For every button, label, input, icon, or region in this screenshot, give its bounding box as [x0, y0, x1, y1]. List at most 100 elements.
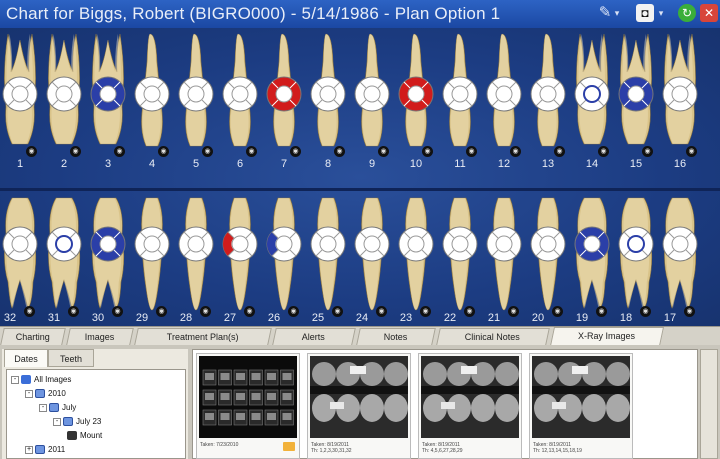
tooth-6[interactable]: 6 ◉ — [218, 32, 262, 172]
tooth-4[interactable]: 4 ◉ — [130, 32, 174, 172]
collapse-icon[interactable]: - — [39, 403, 47, 412]
tab-teeth[interactable]: Teeth — [48, 349, 94, 367]
tooth-status-icon[interactable]: ◉ — [244, 306, 255, 317]
tooth-9[interactable]: 9 ◉ — [350, 32, 394, 172]
tooth-status-icon[interactable]: ◉ — [26, 146, 37, 157]
tooth-26[interactable]: 26 ◉ — [262, 192, 306, 332]
camera-icon[interactable]: ◘ — [636, 4, 654, 22]
tree-node[interactable]: - All Images — [11, 374, 71, 386]
tooth-25[interactable]: 25 ◉ — [306, 192, 350, 332]
tooth-19[interactable]: 19 ◉ — [570, 192, 614, 332]
tooth-status-icon[interactable]: ◉ — [200, 306, 211, 317]
tooth-status-icon[interactable]: ◉ — [510, 146, 521, 157]
surface-diagram — [90, 226, 126, 262]
xray-thumbnail[interactable]: Taken: 7/23/2010 — [196, 353, 300, 459]
tooth-status-icon[interactable]: ◉ — [640, 306, 651, 317]
tooth-11[interactable]: 11 ◉ — [438, 32, 482, 172]
tooth-status-icon[interactable]: ◉ — [422, 146, 433, 157]
tooth-status-icon[interactable]: ◉ — [68, 306, 79, 317]
surface-occlusal — [275, 235, 293, 253]
tooth-status-icon[interactable]: ◉ — [332, 306, 343, 317]
tooth-30[interactable]: 30 ◉ — [86, 192, 130, 332]
tooth-32[interactable]: 32 ◉ — [0, 192, 42, 332]
tooth-29[interactable]: 29 ◉ — [130, 192, 174, 332]
tooth-status-icon[interactable]: ◉ — [114, 146, 125, 157]
tooth-10[interactable]: 10 ◉ — [394, 32, 438, 172]
tooth-status-icon[interactable]: ◉ — [158, 146, 169, 157]
xray-thumbnail[interactable]: Taken: 8/19/2011 Th: 4,5,6,27,28,29 — [418, 353, 522, 459]
tooth-7[interactable]: 7 ◉ — [262, 32, 306, 172]
tooth-number: 24 — [355, 312, 369, 324]
tab-x-ray-images[interactable]: X-Ray Images — [549, 327, 665, 346]
tree-node[interactable]: Mount — [67, 430, 102, 442]
collapse-icon[interactable]: - — [53, 417, 61, 426]
tooth-status-icon[interactable]: ◉ — [290, 146, 301, 157]
tooth-status-icon[interactable]: ◉ — [420, 306, 431, 317]
tooth-status-icon[interactable]: ◉ — [376, 306, 387, 317]
tab-treatment-plan-s[interactable]: Treatment Plan(s) — [134, 328, 272, 345]
tab-clinical-notes[interactable]: Clinical Notes — [436, 328, 550, 345]
xray-thumbnail[interactable]: Taken: 8/19/2011 Th: 12,13,14,15,18,19 — [529, 353, 633, 459]
expand-icon[interactable]: + — [25, 445, 33, 454]
tooth-status-icon[interactable]: ◉ — [156, 306, 167, 317]
tree-node[interactable]: - 2010 — [25, 388, 66, 400]
tooth-status-icon[interactable]: ◉ — [686, 146, 697, 157]
tooth-31[interactable]: 31 ◉ — [42, 192, 86, 332]
surface-diagram — [310, 226, 346, 262]
close-icon[interactable]: ✕ — [700, 4, 718, 22]
tooth-status-icon[interactable]: ◉ — [684, 306, 695, 317]
tooth-22[interactable]: 22 ◉ — [438, 192, 482, 332]
tree-node[interactable]: +2011 — [25, 444, 65, 456]
tool-dropdown-icon[interactable]: ▾ — [612, 4, 622, 22]
tooth-status-icon[interactable]: ◉ — [378, 146, 389, 157]
tooth-status-icon[interactable]: ◉ — [464, 306, 475, 317]
tab-charting[interactable]: Charting — [0, 328, 66, 345]
tooth-16[interactable]: 16 ◉ — [658, 32, 702, 172]
tooth-status-icon[interactable]: ◉ — [642, 146, 653, 157]
tooth-status-icon[interactable]: ◉ — [554, 146, 565, 157]
tooth-18[interactable]: 18 ◉ — [614, 192, 658, 332]
tooth-5[interactable]: 5 ◉ — [174, 32, 218, 172]
tooth-15[interactable]: 15 ◉ — [614, 32, 658, 172]
tooth-status-icon[interactable]: ◉ — [24, 306, 35, 317]
tooth-status-icon[interactable]: ◉ — [508, 306, 519, 317]
tooth-1[interactable]: 1 ◉ — [0, 32, 42, 172]
tooth-27[interactable]: 27 ◉ — [218, 192, 262, 332]
tooth-status-icon[interactable]: ◉ — [596, 306, 607, 317]
tab-images[interactable]: Images — [66, 328, 134, 345]
tooth-status-icon[interactable]: ◉ — [112, 306, 123, 317]
xray-thumbnail[interactable]: Taken: 8/19/2011 Th: 1,2,3,30,31,32 — [307, 353, 411, 459]
tooth-12[interactable]: 12 ◉ — [482, 32, 526, 172]
tooth-2[interactable]: 2 ◉ — [42, 32, 86, 172]
tree-node-label: July 23 — [76, 417, 102, 426]
tree-node[interactable]: - July 23 — [53, 416, 101, 428]
tooth-24[interactable]: 24 ◉ — [350, 192, 394, 332]
tooth-21[interactable]: 21 ◉ — [482, 192, 526, 332]
tooth-status-icon[interactable]: ◉ — [246, 146, 257, 157]
tooth-status-icon[interactable]: ◉ — [552, 306, 563, 317]
tab-notes[interactable]: Notes — [356, 328, 436, 345]
tab-alerts[interactable]: Alerts — [272, 328, 356, 345]
tooth-status-icon[interactable]: ◉ — [466, 146, 477, 157]
tooth-status-icon[interactable]: ◉ — [334, 146, 345, 157]
tab-dates[interactable]: Dates — [4, 349, 48, 367]
tooth-status-icon[interactable]: ◉ — [288, 306, 299, 317]
tooth-23[interactable]: 23 ◉ — [394, 192, 438, 332]
camera-dropdown-icon[interactable]: ▾ — [656, 4, 666, 22]
vertical-scrollbar[interactable] — [700, 349, 718, 459]
go-icon[interactable]: ↻ — [678, 4, 696, 22]
collapse-icon[interactable]: - — [25, 389, 33, 398]
folder-icon[interactable] — [283, 442, 295, 451]
tooth-8[interactable]: 8 ◉ — [306, 32, 350, 172]
tooth-28[interactable]: 28 ◉ — [174, 192, 218, 332]
collapse-icon[interactable]: - — [11, 375, 19, 384]
tooth-3[interactable]: 3 ◉ — [86, 32, 130, 172]
tree-node[interactable]: - July — [39, 402, 76, 414]
tooth-status-icon[interactable]: ◉ — [70, 146, 81, 157]
tooth-status-icon[interactable]: ◉ — [598, 146, 609, 157]
tooth-13[interactable]: 13 ◉ — [526, 32, 570, 172]
tooth-status-icon[interactable]: ◉ — [202, 146, 213, 157]
tooth-17[interactable]: 17 ◉ — [658, 192, 702, 332]
tooth-20[interactable]: 20 ◉ — [526, 192, 570, 332]
tooth-14[interactable]: 14 ◉ — [570, 32, 614, 172]
